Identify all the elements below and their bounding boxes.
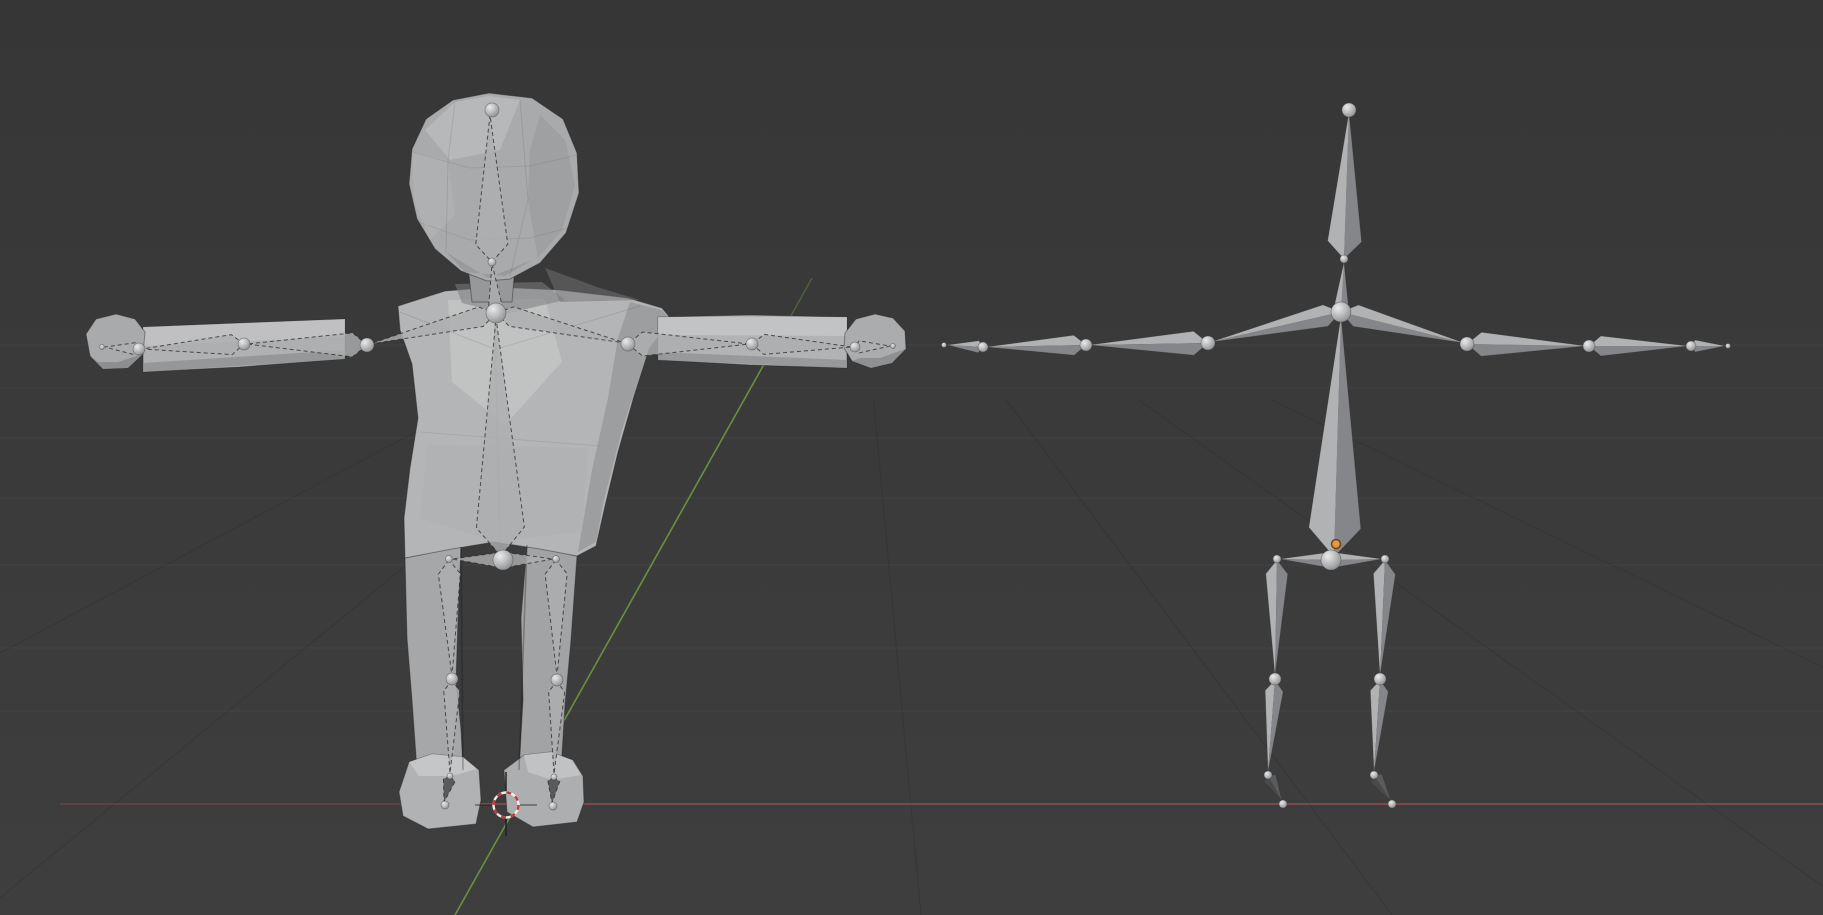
skeleton-shoulder-l-joint[interactable] (1201, 336, 1215, 350)
skeleton-hipjoint-r-joint[interactable] (1381, 555, 1389, 563)
skeleton-foottip-r-joint[interactable] (1388, 800, 1396, 808)
armature-skeleton[interactable] (942, 103, 1731, 808)
skeleton-head-top-joint[interactable] (1342, 103, 1356, 117)
character-chest-joint[interactable] (486, 303, 506, 323)
character-foottip-r-joint[interactable] (549, 802, 557, 810)
viewport-canvas[interactable] (0, 0, 1823, 915)
skeleton-neck-joint[interactable] (1340, 255, 1348, 263)
character-hipjoint-l-joint[interactable] (446, 556, 453, 563)
skeleton-knee-l-joint[interactable] (1269, 673, 1281, 685)
character-hipjoint-r-joint[interactable] (553, 556, 560, 563)
skeleton-shoulder-r-joint[interactable] (1460, 337, 1474, 351)
skeleton-wrist-l-joint[interactable] (978, 342, 988, 352)
skeleton-elbow-r-joint[interactable] (1583, 340, 1595, 352)
character-head-top-joint[interactable] (485, 103, 499, 117)
character-wrist-l-joint[interactable] (133, 343, 145, 355)
character-wrist-r-joint[interactable] (850, 342, 860, 352)
character-neck-joint[interactable] (488, 258, 496, 266)
character-knee-l-joint[interactable] (446, 673, 458, 685)
character-pelvis-joint[interactable] (493, 550, 513, 570)
floor-grid (0, 345, 1823, 915)
blender-3d-viewport[interactable] (0, 0, 1823, 915)
grid-line-y-4 (1139, 400, 1823, 915)
bone-upperarm-l-face2[interactable] (1089, 343, 1208, 355)
character-knee-r-joint[interactable] (551, 674, 563, 686)
skeleton-foottip-l-joint[interactable] (1279, 800, 1287, 808)
character-shoulder-r-joint[interactable] (621, 337, 635, 351)
character-ankle-l-joint[interactable] (447, 773, 453, 779)
skeleton-pelvis-joint[interactable] (1321, 550, 1341, 570)
skeleton-chest-joint[interactable] (1331, 302, 1351, 322)
character-elbow-l-joint[interactable] (238, 338, 250, 350)
armature-origin-dot[interactable] (1332, 540, 1341, 549)
grid-line-y-2 (874, 400, 921, 915)
character-handtip-l-joint[interactable] (100, 345, 105, 350)
character-shoulder-l-joint[interactable] (360, 338, 374, 352)
skeleton-handtip-r-joint[interactable] (1726, 344, 1731, 349)
mesh-neck-right-shadow[interactable] (545, 268, 640, 302)
character-elbow-r-joint[interactable] (746, 338, 758, 350)
skeleton-handtip-l-joint[interactable] (942, 343, 947, 348)
bone-upperarm-r-face[interactable] (1467, 344, 1586, 356)
skeleton-ankle-r-joint[interactable] (1370, 771, 1378, 779)
character-handtip-r-joint[interactable] (891, 344, 896, 349)
skeleton-knee-r-joint[interactable] (1374, 673, 1386, 685)
skeleton-ankle-l-joint[interactable] (1264, 771, 1272, 779)
character-ankle-r-joint[interactable] (551, 774, 557, 780)
skeleton-hipjoint-l-joint[interactable] (1273, 555, 1281, 563)
character-armature[interactable] (100, 103, 896, 810)
grid-line-y-0 (0, 400, 476, 915)
character-foottip-l-joint[interactable] (441, 801, 449, 809)
mesh-arm-right-top[interactable] (658, 317, 847, 336)
axis-lines (60, 278, 1823, 915)
skeleton-elbow-l-joint[interactable] (1080, 339, 1092, 351)
skeleton-wrist-r-joint[interactable] (1686, 341, 1696, 351)
